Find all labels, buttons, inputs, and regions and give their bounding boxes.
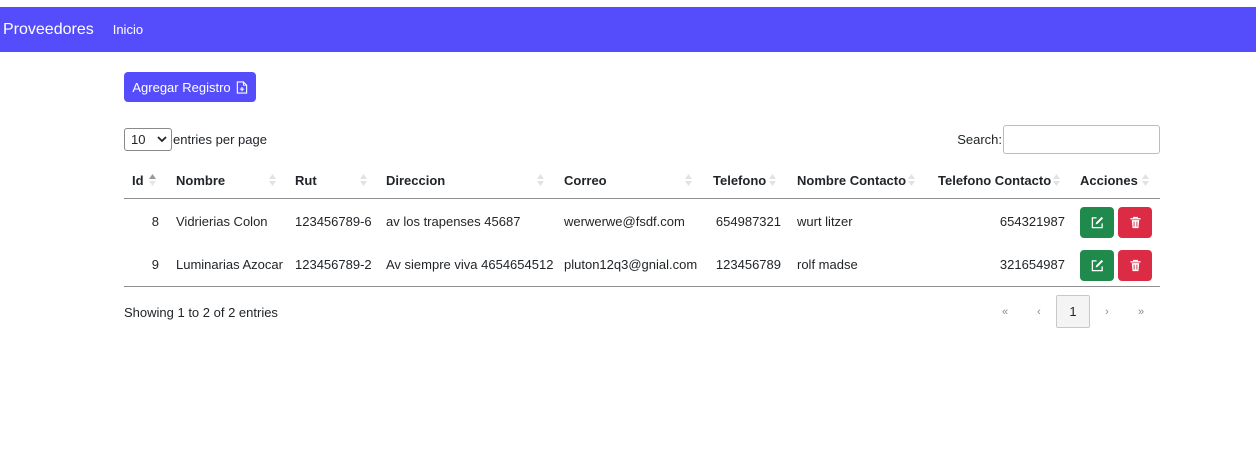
header-direccion[interactable]: Direccion [386, 163, 445, 198]
header-nombre-contacto[interactable]: Nombre Contacto [797, 163, 906, 198]
navbar: Proveedores Inicio [0, 7, 1256, 52]
add-record-label: Agregar Registro [132, 79, 231, 95]
navbar-brand[interactable]: Proveedores [3, 21, 94, 39]
nav-link-inicio[interactable]: Inicio [113, 22, 143, 37]
cell-direccion: Av siempre viva 4654654512 [386, 257, 554, 272]
cell-telefono: 654987321 [715, 214, 781, 229]
pagination: « ‹ 1 › » [988, 295, 1158, 328]
page-current[interactable]: 1 [1056, 295, 1090, 328]
edit-icon [1091, 216, 1103, 229]
sort-asc-icon [149, 174, 156, 186]
cell-nombre-contacto: rolf madse [797, 257, 858, 272]
cell-rut: 123456789-2 [295, 257, 372, 272]
header-id-label: Id [132, 173, 144, 188]
header-telefono-label: Telefono [713, 173, 767, 188]
entries-select-value: 10 [131, 132, 146, 147]
header-id[interactable]: Id [132, 163, 144, 198]
page-last[interactable]: » [1124, 295, 1158, 328]
sort-icon [1142, 174, 1149, 186]
file-plus-icon [236, 80, 247, 94]
sort-icon [685, 174, 692, 186]
header-correo[interactable]: Correo [564, 163, 607, 198]
edit-button[interactable] [1080, 207, 1114, 238]
table-row: 8 Vidrierias Colon 123456789-6 av los tr… [124, 200, 1160, 243]
table-info: Showing 1 to 2 of 2 entries [124, 305, 278, 320]
cell-direccion: av los trapenses 45687 [386, 214, 521, 229]
cell-correo: werwerwe@fsdf.com [564, 214, 685, 229]
entries-select[interactable]: 10 [124, 128, 172, 151]
sort-icon [269, 174, 276, 186]
sort-icon [769, 174, 776, 186]
sort-icon [360, 174, 367, 186]
trash-icon [1129, 259, 1141, 272]
sort-icon [537, 174, 544, 186]
providers-table: Id Nombre Rut Direccion Correo Telefono … [124, 163, 1160, 287]
header-direccion-label: Direccion [386, 173, 446, 188]
page-next[interactable]: › [1090, 295, 1124, 328]
header-acciones-label: Acciones [1080, 173, 1138, 188]
cell-telefono-contacto: 654321987 [999, 214, 1065, 229]
search-input[interactable] [1003, 125, 1160, 154]
header-nombre-label: Nombre [176, 173, 226, 188]
top-strip [0, 0, 1256, 7]
cell-nombre: Vidrierias Colon [176, 214, 268, 229]
header-nombre[interactable]: Nombre [176, 163, 225, 198]
cell-rut: 123456789-6 [295, 214, 372, 229]
cell-nombre: Luminarias Azocar [176, 257, 283, 272]
cell-telefono: 123456789 [715, 257, 781, 272]
cell-nombre-contacto: wurt litzer [797, 214, 853, 229]
edit-button[interactable] [1080, 250, 1114, 281]
table-header: Id Nombre Rut Direccion Correo Telefono … [124, 163, 1160, 199]
header-acciones[interactable]: Acciones [1080, 163, 1138, 198]
chevron-down-icon [157, 136, 167, 143]
cell-id: 8 [151, 214, 159, 229]
entries-label: entries per page [173, 132, 267, 147]
header-rut[interactable]: Rut [295, 163, 317, 198]
header-correo-label: Correo [564, 173, 607, 188]
header-nombre-contacto-label: Nombre Contacto [797, 173, 907, 188]
delete-button[interactable] [1118, 250, 1152, 281]
search-label: Search: [957, 132, 1002, 147]
header-telefono-contacto-label: Telefono Contacto [938, 173, 1052, 188]
trash-icon [1129, 216, 1141, 229]
cell-telefono-contacto: 321654987 [999, 257, 1065, 272]
entries-per-page: 10 entries per page [124, 128, 267, 151]
table-body: 8 Vidrierias Colon 123456789-6 av los tr… [124, 199, 1160, 287]
header-telefono[interactable]: Telefono [713, 163, 766, 198]
search: Search: [957, 125, 1160, 154]
header-telefono-contacto[interactable]: Telefono Contacto [938, 163, 1051, 198]
cell-correo: pluton12q3@gnial.com [564, 257, 698, 272]
sort-icon [1053, 174, 1060, 186]
table-row: 9 Luminarias Azocar 123456789-2 Av siemp… [124, 243, 1160, 286]
sort-icon [908, 174, 915, 186]
delete-button[interactable] [1118, 207, 1152, 238]
cell-id: 9 [151, 257, 159, 272]
page-prev[interactable]: ‹ [1022, 295, 1056, 328]
edit-icon [1091, 259, 1103, 272]
header-rut-label: Rut [295, 173, 317, 188]
add-record-button[interactable]: Agregar Registro [124, 72, 256, 102]
page-first[interactable]: « [988, 295, 1022, 328]
